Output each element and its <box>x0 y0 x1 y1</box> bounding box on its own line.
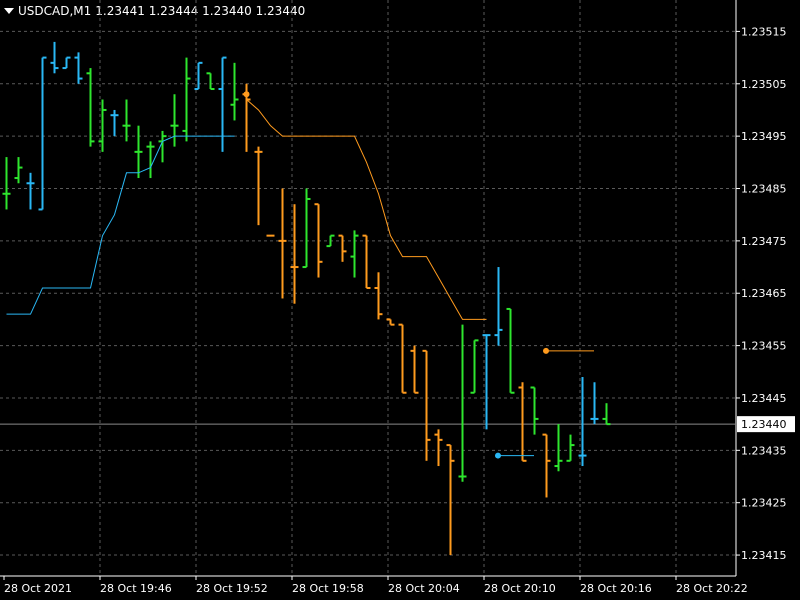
ohlc-bar <box>230 62 239 121</box>
x-tick-label: 28 Oct 19:46 <box>100 582 172 595</box>
x-tick-label: 28 Oct 20:04 <box>388 582 460 595</box>
price-chart[interactable]: 1.23515 1.23505 1.23495 1.23485 1.23475 1.234… <box>0 0 800 600</box>
ohlc-bar <box>14 157 23 184</box>
ohlc-bar <box>566 434 575 462</box>
x-tick-label: 28 Oct 19:52 <box>196 582 268 595</box>
ohlc-bar <box>110 109 119 137</box>
x-tick-label: 28 Oct 20:22 <box>676 582 748 595</box>
ohlc-bar <box>38 56 47 211</box>
ohlc-bar <box>218 56 227 152</box>
x-tick-label: 28 Oct 19:58 <box>292 582 364 595</box>
ohlc-bar <box>362 234 371 289</box>
ohlc-bar <box>554 424 563 472</box>
signal-down-dot <box>543 347 549 354</box>
ohlc-bar <box>62 56 71 70</box>
axes <box>0 0 740 580</box>
y-tick-label: 1.23415 <box>741 549 787 562</box>
y-tick-label: 1.23475 <box>741 235 787 248</box>
ohlc-bar <box>602 403 611 426</box>
ohlc-bar <box>422 349 431 461</box>
ohlc-bar <box>434 429 443 467</box>
ohlc-bar <box>146 141 155 179</box>
ohlc-bar <box>518 382 527 462</box>
ohlc-bar <box>170 94 179 147</box>
ohlc-bar <box>278 188 287 299</box>
support-trail-line <box>6 135 235 315</box>
ohlc-bar <box>470 339 479 394</box>
ohlc-bar <box>2 157 11 210</box>
trend-lines <box>6 91 594 459</box>
y-tick-label: 1.23445 <box>741 392 787 405</box>
ohlc-bar <box>506 307 515 394</box>
y-tick-label: 1.23515 <box>741 25 787 38</box>
y-tick-label: 1.23485 <box>741 183 787 196</box>
ohlc-bar <box>590 382 599 425</box>
y-tick-label: 1.23435 <box>741 444 787 457</box>
x-tick-label: 28 Oct 20:16 <box>580 582 652 595</box>
ohlc-bar <box>326 234 335 248</box>
ohlc-bar <box>314 203 323 278</box>
ohlc-bar <box>50 41 59 74</box>
x-tick-label: 28 Oct 2021 <box>4 582 72 595</box>
ohlc-bar <box>398 323 407 394</box>
ohlc-bar <box>350 230 359 278</box>
ohlc-bar <box>302 188 311 269</box>
ohlc-bars <box>2 41 611 556</box>
ohlc-bar <box>86 68 95 147</box>
ohlc-bar <box>182 57 191 142</box>
ohlc-bar <box>458 324 467 482</box>
signal-start-dot <box>243 91 250 98</box>
ohlc-bar <box>494 267 503 346</box>
signal-up-dot <box>495 452 501 459</box>
x-tick-label: 28 Oct 20:10 <box>484 582 556 595</box>
y-tick-label: 1.23455 <box>741 340 787 353</box>
y-tick-label: 1.23425 <box>741 497 787 510</box>
ohlc-bar <box>386 318 395 326</box>
y-tick-label: 1.23465 <box>741 287 787 300</box>
ohlc-bar <box>74 52 83 84</box>
ohlc-bar <box>206 72 215 91</box>
y-tick-label: 1.23495 <box>741 130 787 143</box>
ohlc-bar <box>122 99 131 142</box>
ohlc-bar <box>530 386 539 435</box>
ohlc-bar <box>338 234 347 262</box>
current-price-label: 1.23440 <box>741 418 787 431</box>
ohlc-bar <box>134 125 143 179</box>
ohlc-bar <box>26 172 35 210</box>
ohlc-bar <box>446 444 455 556</box>
ohlc-bar <box>254 146 263 226</box>
ohlc-bar <box>374 272 383 320</box>
ohlc-bar <box>542 433 551 498</box>
y-tick-label: 1.23505 <box>741 78 787 91</box>
ohlc-bar <box>410 345 419 394</box>
